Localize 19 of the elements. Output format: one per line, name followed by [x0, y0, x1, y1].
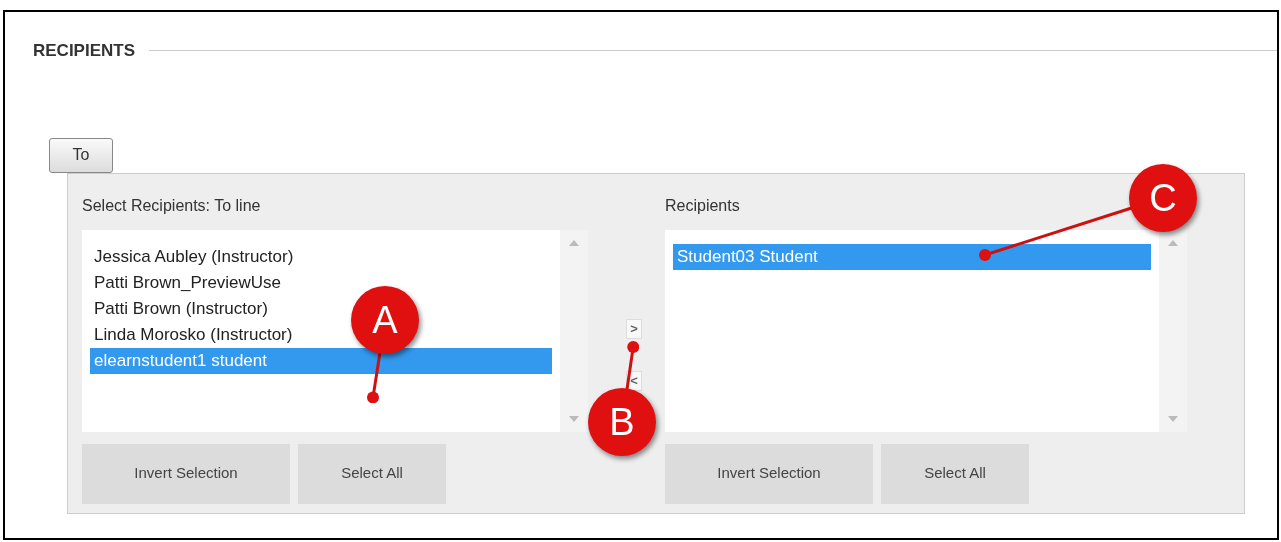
list-label: Select Recipients: To line: [82, 195, 261, 216]
list-item[interactable]: Jessica Aubley (Instructor): [90, 243, 298, 270]
select-all-button[interactable]: Select All: [881, 443, 1029, 504]
list-label: Recipients: [665, 195, 740, 216]
list-item[interactable]: Linda Morosko (Instructor): [90, 321, 297, 348]
scroll-down-icon[interactable]: [1168, 415, 1178, 422]
invert-selection-button[interactable]: Invert Selection: [82, 443, 290, 504]
move-right-button[interactable]: >: [626, 318, 642, 339]
invert-selection-button[interactable]: Invert Selection: [665, 443, 873, 504]
list-item[interactable]: Patti Brown (Instructor): [90, 295, 272, 322]
section-title: RECIPIENTS: [33, 40, 136, 62]
scroll-down-icon[interactable]: [569, 415, 579, 422]
to-button[interactable]: To: [49, 137, 113, 173]
scroll-up-icon[interactable]: [569, 239, 579, 246]
select-all-button[interactable]: Select All: [298, 443, 446, 504]
scrollbar[interactable]: [1159, 229, 1187, 432]
list-item[interactable]: Patti Brown_PreviewUse: [90, 269, 286, 296]
scrollbar[interactable]: [560, 229, 588, 432]
scroll-up-icon[interactable]: [1168, 239, 1178, 246]
